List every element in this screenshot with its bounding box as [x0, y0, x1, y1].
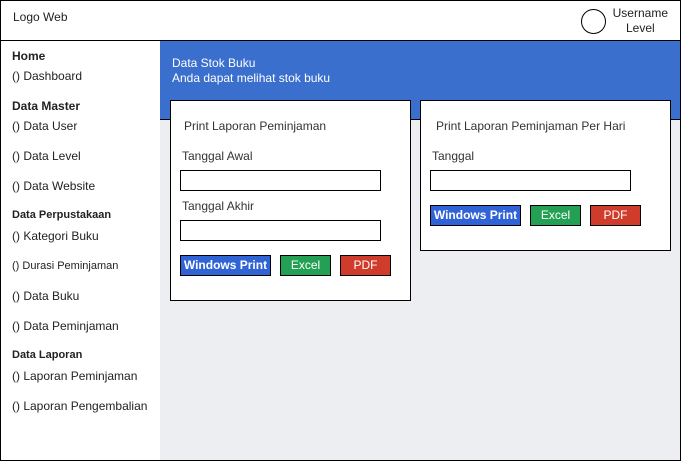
sidebar-item-data-level[interactable]: () Data Level: [12, 149, 81, 163]
sidebar-item-data-user[interactable]: () Data User: [12, 119, 77, 133]
start-date-input[interactable]: [180, 170, 381, 191]
date-label: Tanggal: [432, 149, 475, 163]
sidebar-item-laporan-pengembalian[interactable]: () Laporan Pengembalian: [12, 399, 147, 413]
sidebar-item-data-website[interactable]: () Data Website: [12, 179, 95, 193]
sidebar-item-dashboard[interactable]: () Dashboard: [12, 69, 82, 83]
date-input[interactable]: [430, 170, 631, 191]
report-card-range: Print Laporan Peminjaman Tanggal Awal Ta…: [170, 100, 411, 301]
page-subtitle: Anda dapat melihat stok buku: [172, 71, 331, 85]
sidebar-item-kategori-buku[interactable]: () Kategori Buku: [12, 229, 99, 243]
sidebar: Home () Dashboard Data Master () Data Us…: [0, 40, 161, 461]
excel-button[interactable]: Excel: [530, 205, 581, 226]
sidebar-heading-data-laporan: Data Laporan: [12, 349, 83, 361]
report-card-daily: Print Laporan Peminjaman Per Hari Tangga…: [420, 100, 671, 251]
sidebar-heading-data-master: Data Master: [12, 99, 81, 113]
sidebar-item-laporan-peminjaman[interactable]: () Laporan Peminjaman: [12, 369, 137, 383]
card-title: Print Laporan Peminjaman Per Hari: [436, 119, 626, 133]
sidebar-item-data-buku[interactable]: () Data Buku: [12, 289, 79, 303]
pdf-button[interactable]: PDF: [340, 255, 391, 276]
sidebar-item-durasi-peminjaman[interactable]: () Durasi Peminjaman: [12, 260, 118, 272]
sidebar-item-data-peminjaman[interactable]: () Data Peminjaman: [12, 319, 119, 333]
logo[interactable]: Logo Web: [13, 10, 68, 24]
user-avatar-icon[interactable]: [581, 9, 606, 34]
card-title: Print Laporan Peminjaman: [184, 119, 327, 133]
page-title: Data Stok Buku: [172, 56, 256, 70]
top-header: Logo Web Username Level: [0, 0, 681, 41]
username: Username: [612, 6, 668, 20]
excel-button[interactable]: Excel: [280, 255, 331, 276]
end-date-label: Tanggal Akhir: [182, 199, 255, 213]
main-content: Data Stok Buku Anda dapat melihat stok b…: [160, 40, 681, 461]
pdf-button[interactable]: PDF: [590, 205, 641, 226]
user-level: Level: [625, 21, 655, 35]
windows-print-button[interactable]: Windows Print: [430, 205, 521, 226]
windows-print-button[interactable]: Windows Print: [180, 255, 271, 276]
user-info[interactable]: Username Level: [613, 6, 668, 36]
sidebar-heading-data-perpustakaan: Data Perpustakaan: [12, 209, 112, 221]
end-date-input[interactable]: [180, 220, 381, 241]
start-date-label: Tanggal Awal: [182, 149, 253, 163]
sidebar-heading-home: Home: [12, 49, 46, 63]
